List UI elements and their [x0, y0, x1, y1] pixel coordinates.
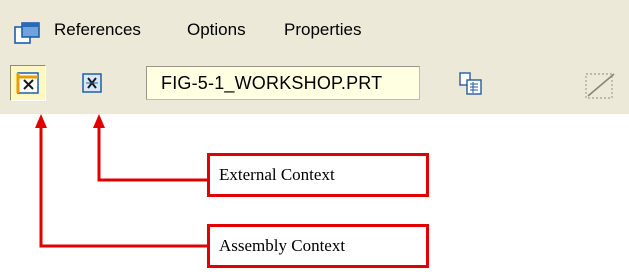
- toolbar-panel: References Options Properties FIG-5-1_WO…: [0, 0, 629, 114]
- menu-properties[interactable]: Properties: [284, 18, 361, 42]
- menu-references[interactable]: References: [54, 18, 141, 42]
- external-context-button[interactable]: [76, 66, 108, 100]
- references-window-icon: [14, 22, 40, 44]
- menu-bar: References Options Properties: [0, 0, 629, 58]
- assembly-context-arrow: [39, 126, 208, 248]
- assembly-context-arrowhead: [35, 114, 47, 128]
- sketch-plane-icon[interactable]: [582, 70, 622, 100]
- external-context-arrow: [97, 126, 208, 182]
- assembly-context-callout: Assembly Context: [207, 224, 429, 268]
- external-context-icon: [82, 73, 102, 93]
- assembly-context-icon: [16, 72, 39, 94]
- menu-options[interactable]: Options: [187, 18, 246, 42]
- model-tree-icon[interactable]: [458, 71, 484, 97]
- model-name-field[interactable]: FIG-5-1_WORKSHOP.PRT: [146, 66, 420, 100]
- external-context-arrowhead: [93, 114, 105, 128]
- external-context-callout: External Context: [207, 153, 429, 197]
- assembly-context-button[interactable]: [10, 65, 46, 101]
